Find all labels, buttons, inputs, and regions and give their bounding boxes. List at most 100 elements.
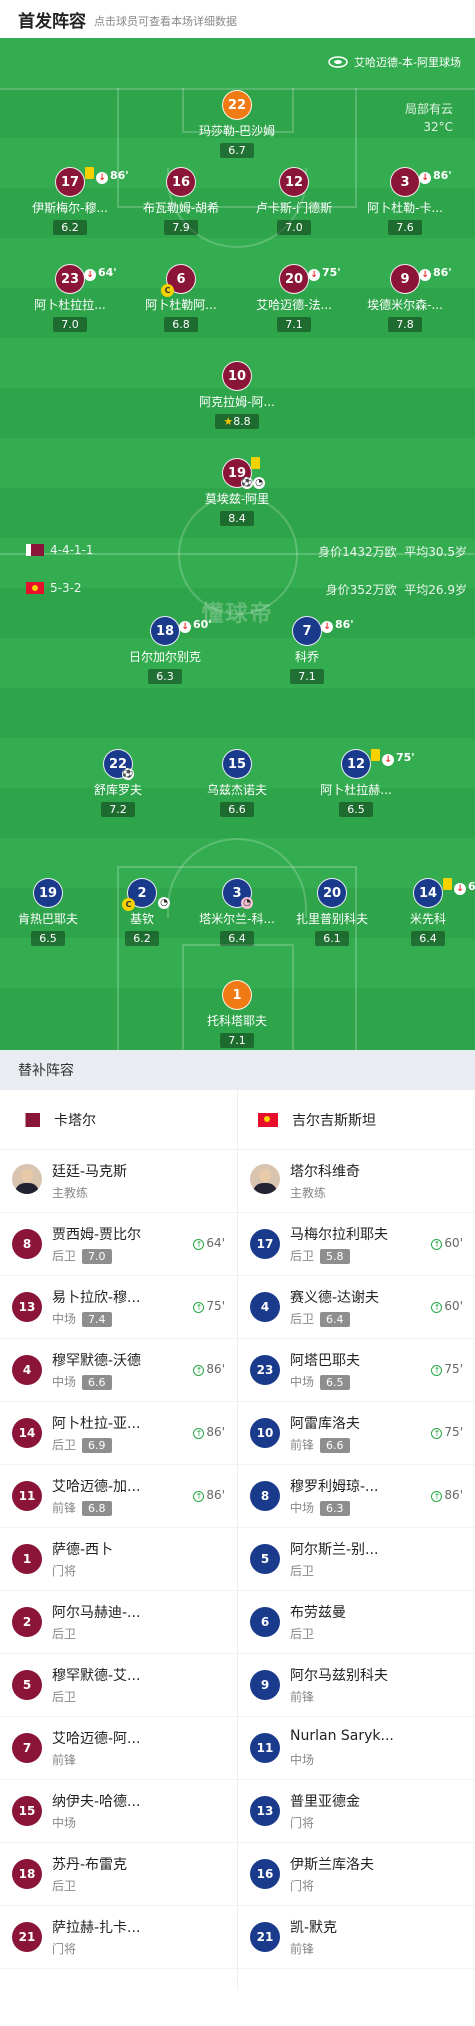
player-name: 米先科 — [409, 912, 446, 926]
player-position: 前锋 — [52, 1753, 77, 1767]
sub-on-icon: ↑ — [431, 1365, 443, 1376]
player-card[interactable]: 18 ↓ 60' 日尔加尔别克 6.3 — [105, 616, 225, 684]
player-rating: 7.0 — [82, 1249, 112, 1264]
assist-icon: ◔ — [241, 897, 253, 909]
player-card[interactable]: 12 卢卡斯-门德斯 7.0 — [234, 167, 354, 235]
player-card[interactable]: 17 ↓ 86' 伊斯梅尔-穆... 6.2 — [10, 167, 130, 235]
player-name: 埃德米尔森-... — [367, 298, 443, 312]
player-card[interactable]: 9 ↓ 86' 埃德米尔森-... 7.8 — [345, 264, 465, 332]
player-card[interactable]: 10 阿克拉姆-阿... ★8.8 — [177, 361, 297, 429]
bench-player-row[interactable]: 18 苏丹-布雷克 后卫 — [0, 1843, 237, 1906]
player-card[interactable]: 12 ↓ 75' 阿卜杜拉赫... 6.5 — [296, 749, 416, 817]
player-card[interactable]: 22 玛莎勒-巴沙姆 6.7 — [177, 90, 297, 158]
player-card[interactable]: 22 ⚽ 舒库罗夫 7.2 — [58, 749, 178, 817]
player-card[interactable]: 7 ↓ 86' 科乔 7.1 — [247, 616, 367, 684]
weather-temp: 32°C — [423, 120, 453, 134]
player-rating: 6.5 — [339, 802, 373, 817]
sub-on-event: ↑ 86' — [193, 1488, 225, 1502]
bench-player-row[interactable]: 4 穆罕默德-沃德 中场 6.6 ↑ 86' — [0, 1339, 237, 1402]
bench-player-row[interactable]: 11 Nurlan Saryk... 中场 — [238, 1717, 475, 1780]
player-position: 中场 6.6 — [52, 1373, 112, 1390]
bench-player-row[interactable]: 16 伊斯兰库洛夫 门将 — [238, 1843, 475, 1906]
bench-player-row[interactable]: 5 阿尔斯兰-别... 后卫 — [238, 1528, 475, 1591]
player-rating: ★8.8 — [215, 414, 259, 429]
bench-player-row[interactable]: 15 纳伊夫-哈德... 中场 — [0, 1780, 237, 1843]
star-icon: ★ — [223, 415, 234, 428]
bench-player-row[interactable]: 14 阿卜杜拉-亚... 后卫 6.9 ↑ 86' — [0, 1402, 237, 1465]
player-position: 前锋 — [290, 1690, 315, 1704]
player-number: 2 — [12, 1607, 42, 1637]
player-number: 20 — [317, 878, 347, 908]
bench-player-row[interactable]: 1 萨德-西卜 门将 — [0, 1528, 237, 1591]
bench-player-row[interactable]: 13 易卜拉欣-穆... 中场 7.4 ↑ 75' — [0, 1276, 237, 1339]
avatar — [250, 1164, 280, 1194]
home-team-row[interactable]: 卡塔尔 — [0, 1090, 237, 1150]
player-name: 艾哈迈德-法... — [256, 298, 332, 312]
player-card[interactable]: 1 托科塔耶夫 7.1 — [177, 980, 297, 1048]
bench-player-row[interactable]: 9 阿尔马兹别科夫 前锋 — [238, 1654, 475, 1717]
player-name: 布瓦勒姆-胡希 — [142, 201, 220, 215]
player-number: 23 — [250, 1355, 280, 1385]
player-name: 阿塔巴耶夫 — [290, 1353, 360, 1369]
player-name: 舒库罗夫 — [93, 783, 142, 797]
sub-on-icon: ↑ — [431, 1302, 443, 1313]
bench-player-row[interactable]: 21 萨拉赫-扎卡... 门将 — [0, 1906, 237, 1969]
bench-player-row[interactable]: 10 阿雷库洛夫 前锋 6.6 ↑ 75' — [238, 1402, 475, 1465]
player-number: 11 — [12, 1481, 42, 1511]
player-number: 1 — [222, 980, 252, 1010]
bench-player-row[interactable]: 8 贾西姆-贾比尔 后卫 7.0 ↑ 64' — [0, 1213, 237, 1276]
away-team-row[interactable]: 吉尔吉斯斯坦 — [238, 1090, 475, 1150]
player-rating: 7.0 — [277, 220, 311, 235]
player-position: 后卫 — [52, 1879, 77, 1893]
home-team-value: 身价1432万欧 平均30.5岁 — [318, 545, 467, 559]
bench-player-row[interactable]: 5 穆罕默德-艾... 后卫 — [0, 1654, 237, 1717]
bench-player-row[interactable]: 11 艾哈迈德-加... 前锋 6.8 ↑ 86' — [0, 1465, 237, 1528]
bench-player-row[interactable]: 7 艾哈迈德-阿... 前锋 — [0, 1717, 237, 1780]
captain-icon: C — [122, 898, 135, 911]
bench-player-row[interactable]: 23 阿塔巴耶夫 中场 6.5 ↑ 75' — [238, 1339, 475, 1402]
player-name: 伊斯兰库洛夫 — [290, 1857, 374, 1873]
player-number: 6 — [250, 1607, 280, 1637]
bench-player-row[interactable]: 13 普里亚德金 门将 — [238, 1780, 475, 1843]
player-name: 莫埃兹-阿里 — [204, 492, 270, 506]
away-formation: 5-3-2 — [26, 581, 82, 595]
player-position: 中场 7.4 — [52, 1310, 112, 1327]
player-card[interactable]: 23 ↓ 64' 阿卜杜拉拉... 7.0 — [10, 264, 130, 332]
away-team-name: 吉尔吉斯斯坦 — [292, 1112, 376, 1129]
bench-player-row[interactable]: 6 布劳兹曼 后卫 — [238, 1591, 475, 1654]
player-card[interactable]: 20 ↓ 75' 艾哈迈德-法... 7.1 — [234, 264, 354, 332]
player-number: 10 — [222, 361, 252, 391]
player-number: 4 — [250, 1292, 280, 1322]
away-bench-column: 吉尔吉斯斯坦 塔尔科维奇 主教练 17 马梅尔拉利耶夫 后卫 5.8 ↑ 60' 4 赛义德-达… — [238, 1090, 475, 1969]
sub-on-icon: ↑ — [193, 1302, 205, 1313]
away-coach-row[interactable]: 塔尔科维奇 主教练 — [238, 1150, 475, 1213]
player-position: 前锋 — [290, 1942, 315, 1956]
player-number: 5 — [250, 1544, 280, 1574]
sub-on-icon: ↑ — [431, 1491, 443, 1502]
player-card[interactable]: 15 乌兹杰诺夫 6.6 — [177, 749, 297, 817]
sub-on-event: ↑ 75' — [193, 1299, 225, 1313]
home-coach-row[interactable]: 廷廷-马克斯 主教练 — [0, 1150, 237, 1213]
sub-off-icon: ↓ 75' — [382, 752, 415, 766]
sub-on-icon: ↑ — [193, 1365, 205, 1376]
player-rating: 6.8 — [82, 1501, 112, 1516]
player-card[interactable]: 3 ↓ 86' 阿卜杜勒-卡... 7.6 — [345, 167, 465, 235]
player-rating: 7.8 — [388, 317, 422, 332]
bench-section-title: 替补阵容 — [0, 1050, 475, 1090]
bench-player-row[interactable]: 8 穆罗利姆琼-... 中场 6.3 ↑ 86' — [238, 1465, 475, 1528]
bench-player-row[interactable]: 4 赛义德-达谢夫 后卫 6.4 ↑ 60' — [238, 1276, 475, 1339]
player-number: 5 — [12, 1670, 42, 1700]
goal-ball-icon: ⚽ — [241, 477, 253, 489]
bench-player-row[interactable]: 17 马梅尔拉利耶夫 后卫 5.8 ↑ 60' — [238, 1213, 475, 1276]
player-position: 后卫 6.9 — [52, 1436, 112, 1453]
sub-off-icon: ↓ 75' — [308, 267, 341, 281]
bench-player-row[interactable]: 2 阿尔马赫迪-... 后卫 — [0, 1591, 237, 1654]
player-rating: 6.5 — [31, 931, 65, 946]
bench-player-row[interactable]: 21 凯-默克 前锋 — [238, 1906, 475, 1969]
player-card[interactable]: 14↓60米先科6.4 — [368, 878, 475, 946]
player-card[interactable]: 19 ⚽ ◔ 莫埃兹-阿里 8.4 — [177, 457, 297, 526]
player-card[interactable]: 6 C 阿卜杜勒阿... 6.8 — [121, 264, 241, 332]
player-name: 穆罕默德-沃德 — [52, 1353, 142, 1369]
player-position: 门将 — [52, 1942, 77, 1956]
player-card[interactable]: 16 布瓦勒姆-胡希 7.9 — [121, 167, 241, 235]
